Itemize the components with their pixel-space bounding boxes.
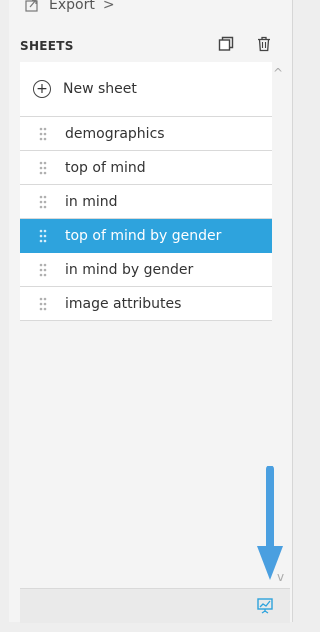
bottom-toolbar xyxy=(20,588,290,623)
sheet-item[interactable]: in mind xyxy=(20,185,272,219)
sheet-item[interactable]: top of mind xyxy=(20,151,272,185)
sheet-list: + New sheet demographics top of mind in mi… xyxy=(20,62,272,321)
drag-handle-icon[interactable] xyxy=(39,297,47,311)
sheet-item-label: top of mind xyxy=(65,159,146,176)
new-sheet-button[interactable]: + New sheet xyxy=(20,62,272,117)
sheet-item-label: in mind xyxy=(65,193,118,210)
sheets-header: SHEETS xyxy=(20,32,274,60)
sheet-item-label: image attributes xyxy=(65,295,182,312)
arrow-down-annotation xyxy=(257,465,283,590)
presentation-icon[interactable] xyxy=(256,597,274,615)
drag-handle-icon[interactable] xyxy=(39,161,47,175)
sheet-item[interactable]: image attributes xyxy=(20,287,272,321)
drag-handle-icon[interactable] xyxy=(39,127,47,141)
trash-icon[interactable] xyxy=(256,36,272,52)
sheet-item-label: in mind by gender xyxy=(65,261,194,278)
sheet-item[interactable]: in mind by gender xyxy=(20,253,272,287)
export-label: Export xyxy=(49,0,95,13)
sheet-item[interactable]: top of mind by gender xyxy=(20,219,272,253)
sheets-title: SHEETS xyxy=(20,39,74,53)
sheet-item-label: top of mind by gender xyxy=(65,227,222,244)
plus-circle-icon: + xyxy=(33,80,51,98)
export-chevron: > xyxy=(102,0,115,13)
scroll-up-icon[interactable]: ^ xyxy=(273,66,283,80)
sheet-item-label: demographics xyxy=(65,125,165,142)
drag-handle-icon[interactable] xyxy=(39,229,47,243)
export-menu-item[interactable]: Export > xyxy=(25,0,115,16)
export-icon xyxy=(25,0,39,12)
drag-handle-icon[interactable] xyxy=(39,195,47,209)
sheet-item[interactable]: demographics xyxy=(20,117,272,151)
copy-icon[interactable] xyxy=(218,36,234,52)
drag-handle-icon[interactable] xyxy=(39,263,47,277)
new-sheet-label: New sheet xyxy=(63,81,137,97)
sheets-panel: Export > SHEETS ^ + New sheet demographi… xyxy=(9,0,293,623)
